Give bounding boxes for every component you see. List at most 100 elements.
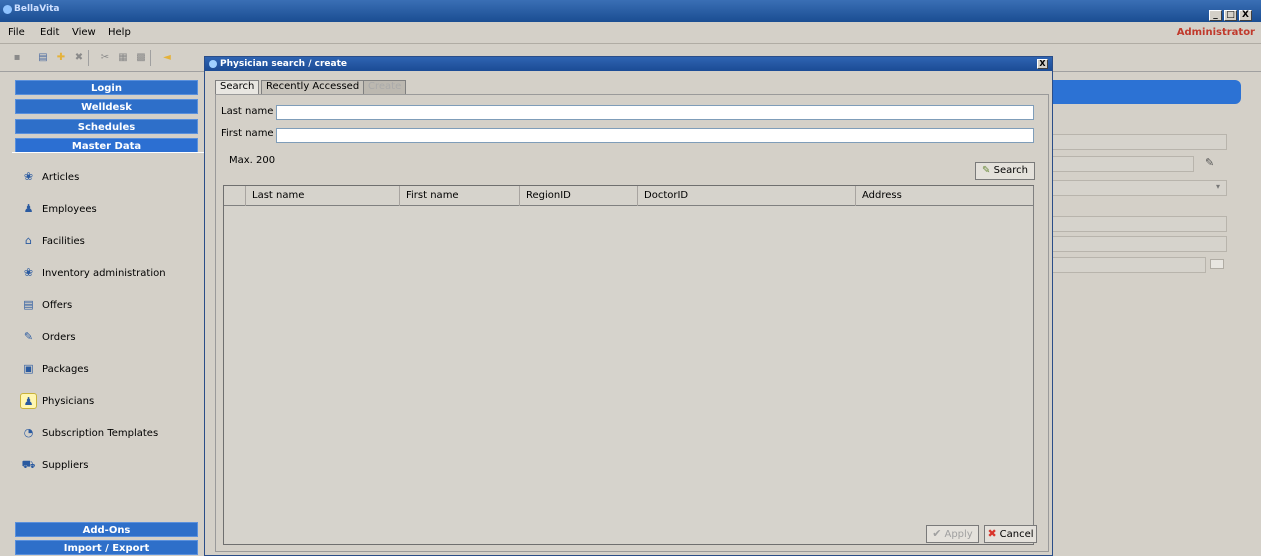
facilities-icon: ⌂ — [25, 234, 32, 247]
sidebar-item-label: Physicians — [42, 396, 95, 407]
background-field-button — [1210, 259, 1224, 269]
articles-icon: ❀ — [23, 170, 34, 183]
cancel-button-label: Cancel — [999, 529, 1034, 540]
sidebar-item-label: Subscription Templates — [42, 428, 159, 439]
first-name-input[interactable] — [276, 128, 1034, 143]
results-grid: Last name First name RegionID DoctorID A… — [223, 185, 1034, 545]
dialog-title: Physician search / create — [220, 59, 347, 69]
toolbar-separator — [150, 50, 151, 66]
sidebar-item-label: Employees — [42, 204, 97, 215]
search-button[interactable]: ✎ Search — [975, 162, 1035, 180]
background-form-header — [1052, 80, 1241, 104]
print-icon[interactable]: ▤ — [38, 53, 48, 63]
inventory-icon: ❀ — [23, 266, 34, 279]
grid-header: Last name First name RegionID DoctorID A… — [224, 186, 1033, 206]
sidebar-item-label: Facilities — [42, 236, 85, 247]
edit-pen-icon[interactable]: ✎ — [1205, 156, 1214, 169]
app-title-bar: BellaVita _ □ X — [0, 0, 1261, 22]
tab-create: Create — [363, 80, 407, 94]
sidebar-item-label: Inventory administration — [42, 268, 166, 279]
new-icon[interactable]: ✚ — [56, 53, 66, 63]
sidebar-item-label: Packages — [42, 364, 89, 375]
sidebar-item-orders[interactable]: ✎ Orders — [12, 326, 197, 350]
paste-icon[interactable]: ▩ — [136, 53, 146, 63]
nav-welldesk[interactable]: Welldesk — [15, 99, 198, 114]
menu-view[interactable]: View — [72, 27, 96, 38]
current-user: Administrator — [1176, 27, 1255, 38]
sidebar-item-inventory[interactable]: ❀ Inventory administration — [12, 262, 197, 286]
background-field — [1052, 156, 1194, 172]
employees-icon: ♟ — [23, 202, 34, 215]
dialog-icon — [209, 60, 217, 68]
col-last-name[interactable]: Last name — [246, 186, 400, 206]
search-button-label: Search — [993, 165, 1028, 176]
nav-addons[interactable]: Add-Ons — [15, 522, 198, 537]
background-field — [1052, 216, 1227, 232]
delete-icon[interactable]: ✖ — [74, 53, 84, 63]
packages-icon: ▣ — [23, 362, 34, 375]
cut-icon[interactable]: ✂ — [100, 53, 110, 63]
col-region-id[interactable]: RegionID — [520, 186, 638, 206]
background-dropdown — [1052, 180, 1227, 196]
first-name-label: First name — [221, 128, 274, 139]
last-name-label: Last name — [221, 106, 274, 117]
sidebar-item-physicians[interactable]: ♟ Physicians — [12, 390, 197, 414]
menu-edit[interactable]: Edit — [40, 27, 59, 38]
row-selector-header — [224, 186, 246, 206]
copy-icon[interactable]: ▦ — [118, 53, 128, 63]
menu-help[interactable]: Help — [108, 27, 131, 38]
app-icon — [3, 5, 12, 14]
sidebar-item-employees[interactable]: ♟ Employees — [12, 198, 197, 222]
menu-file[interactable]: File — [8, 27, 25, 38]
nav-schedules[interactable]: Schedules — [15, 119, 198, 134]
app-title: BellaVita — [14, 4, 60, 14]
sidebar-item-label: Offers — [42, 300, 73, 311]
sidebar-item-subscription-templates[interactable]: ◔ Subscription Templates — [12, 422, 197, 446]
search-icon: ✎ — [982, 165, 991, 176]
sidebar-item-packages[interactable]: ▣ Packages — [12, 358, 197, 382]
offers-icon: ▤ — [23, 298, 34, 311]
check-icon: ✔ — [932, 527, 942, 540]
toolbar-separator — [88, 50, 89, 66]
physicians-icon: ♟ — [20, 393, 37, 409]
col-first-name[interactable]: First name — [400, 186, 520, 206]
sidebar-item-offers[interactable]: ▤ Offers — [12, 294, 197, 318]
physician-search-dialog: Physician search / create X Search Recen… — [204, 56, 1053, 556]
maximize-button[interactable]: □ — [1224, 10, 1237, 21]
apply-button: ✔ Apply — [926, 525, 979, 543]
nav-login[interactable]: Login — [15, 80, 198, 95]
cancel-button[interactable]: ✖ Cancel — [984, 525, 1037, 543]
orders-icon: ✎ — [23, 330, 34, 343]
sidebar-item-facilities[interactable]: ⌂ Facilities — [12, 230, 197, 254]
dialog-body: Last name First name Max. 200 ✎ Search L… — [215, 94, 1049, 552]
apply-button-label: Apply — [944, 529, 973, 540]
chevron-down-icon: ▾ — [1216, 182, 1221, 191]
cancel-icon: ✖ — [987, 527, 997, 540]
back-icon[interactable]: ◄ — [162, 53, 172, 63]
last-name-input[interactable] — [276, 105, 1034, 120]
dialog-close-button[interactable]: X — [1037, 59, 1048, 69]
background-field — [1052, 257, 1206, 273]
sidebar-item-articles[interactable]: ❀ Articles — [12, 166, 197, 190]
minimize-button[interactable]: _ — [1209, 10, 1222, 21]
tab-search[interactable]: Search — [215, 80, 260, 94]
suppliers-icon: ⛟ — [21, 458, 36, 471]
sidebar-item-label: Suppliers — [42, 460, 89, 471]
dialog-title-bar: Physician search / create X — [205, 57, 1052, 71]
menu-bar: File Edit View Help Administrator — [0, 22, 1261, 44]
tab-recently-accessed[interactable]: Recently Accessed — [261, 80, 365, 94]
grid-scroll-edge — [1033, 186, 1034, 544]
background-field — [1052, 236, 1227, 252]
nav-import-export[interactable]: Import / Export — [15, 540, 198, 555]
sidebar-item-label: Orders — [42, 332, 76, 343]
col-doctor-id[interactable]: DoctorID — [638, 186, 856, 206]
nav-master-data[interactable]: Master Data — [15, 138, 198, 153]
close-button[interactable]: X — [1239, 10, 1252, 21]
subscription-icon: ◔ — [23, 426, 34, 439]
max-results-label: Max. 200 — [229, 155, 276, 166]
sidebar-item-label: Articles — [42, 172, 80, 183]
background-field — [1052, 134, 1227, 150]
save-icon[interactable]: ▪ — [12, 53, 22, 63]
sidebar-item-suppliers[interactable]: ⛟ Suppliers — [12, 454, 197, 478]
col-address[interactable]: Address — [856, 186, 1033, 206]
